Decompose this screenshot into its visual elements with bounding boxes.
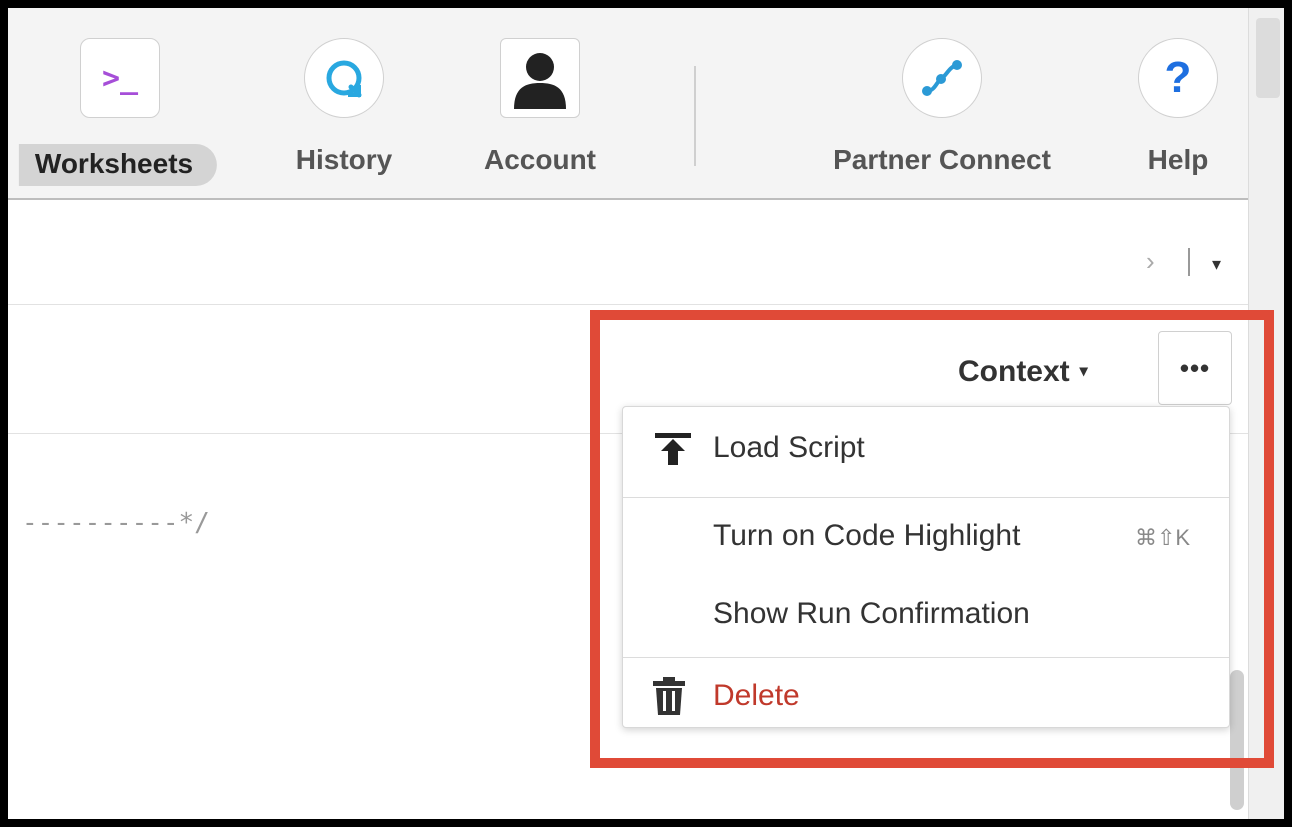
nav-worksheets-label: Worksheets [18,144,218,186]
terminal-glyph: >_ [101,60,139,96]
menu-item-label: Load Script [713,431,865,464]
partner-connect-icon [902,38,982,118]
menu-divider [623,657,1229,658]
menu-item-label: Show Run Confirmation [713,597,1030,630]
help-glyph: ? [1164,53,1192,102]
toolbar-scroll-thumb[interactable] [1256,18,1280,98]
context-label: Context [958,355,1070,388]
right-scrollbar-track[interactable] [1248,8,1284,819]
editor-scroll-thumb[interactable] [1230,670,1244,810]
nav-help[interactable]: ? Help [1138,38,1218,175]
nav-history-label: History [295,144,393,175]
more-options-menu: Load Script Turn on Code Highlight ⌘⇧K S… [622,406,1230,728]
toolbar-divider [694,66,696,166]
history-icon [304,38,384,118]
nav-account-label: Account [484,144,596,175]
menu-item-delete[interactable]: Delete [623,659,1229,727]
tab-bar-separator [1188,248,1190,276]
menu-item-run-confirmation[interactable]: Show Run Confirmation [623,579,1229,655]
top-toolbar: >_ Worksheets History Account Partner Co… [8,8,1248,200]
menu-item-label: Delete [713,679,800,712]
terminal-icon: >_ [80,38,160,118]
nav-partner-connect-label: Partner Connect [833,144,1051,175]
more-options-button[interactable]: ••• [1158,331,1232,405]
tab-scroll-chevron-icon[interactable]: › [1146,246,1155,277]
menu-divider [623,497,1229,498]
nav-help-label: Help [1147,144,1209,175]
code-editor-line[interactable]: ----------*/ [22,508,210,538]
tab-list-caret-icon[interactable]: ▾ [1212,254,1221,275]
nav-worksheets[interactable]: >_ Worksheets [18,38,218,186]
context-dropdown[interactable]: Context ▾ [958,355,1088,389]
trash-icon [653,677,685,720]
nav-partner-connect[interactable]: Partner Connect [833,38,1051,175]
worksheet-tab-bar: › ▾ [8,200,1248,305]
user-silhouette-icon [500,38,580,118]
ellipsis-icon: ••• [1179,352,1211,383]
help-icon: ? [1138,38,1218,118]
nav-history[interactable]: History [296,38,392,175]
upload-icon [653,431,693,472]
context-caret-icon: ▾ [1079,363,1088,380]
menu-item-code-highlight[interactable]: Turn on Code Highlight ⌘⇧K [623,499,1229,577]
app-frame: >_ Worksheets History Account Partner Co… [8,8,1284,819]
keyboard-shortcut: ⌘⇧K [1135,525,1191,550]
menu-item-load-script[interactable]: Load Script [623,407,1229,489]
menu-item-label: Turn on Code Highlight [713,519,1021,552]
nav-account[interactable]: Account [484,38,596,175]
